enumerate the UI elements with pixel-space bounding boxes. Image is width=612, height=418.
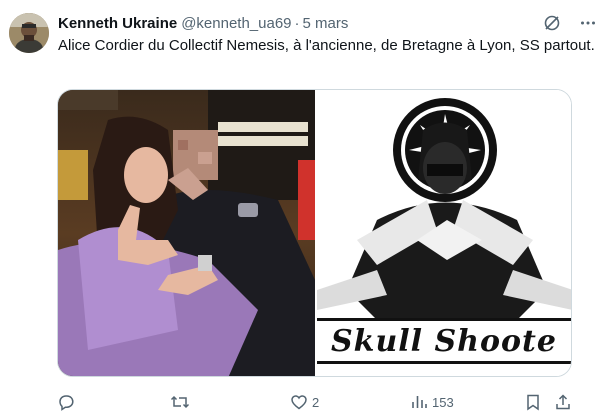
views-count: 153	[432, 394, 454, 410]
reply-button[interactable]	[57, 392, 79, 412]
like-count: 2	[312, 394, 320, 410]
skull-shooters-banner: Skull Shoote	[317, 318, 571, 364]
reply-icon	[59, 395, 74, 411]
media-grid: Skull Shoote	[57, 89, 572, 377]
grok-icon[interactable]	[542, 13, 562, 33]
author-name[interactable]: Kenneth Ukraine	[58, 15, 177, 32]
tweet-text: Alice Cordier du Collectif Nemesis, à l'…	[58, 37, 595, 54]
author-handle[interactable]: @kenneth_ua69	[181, 15, 291, 32]
like-icon	[291, 395, 307, 410]
retweet-icon	[170, 395, 190, 409]
tweet-actions: 2 153	[57, 392, 577, 412]
photo-right[interactable]: Skull Shoote	[317, 90, 571, 376]
header-actions	[542, 13, 598, 33]
bookmark-button[interactable]	[524, 392, 542, 412]
share-button[interactable]	[554, 392, 572, 412]
bookmark-icon	[527, 394, 539, 411]
views-icon	[412, 396, 427, 408]
photo-left[interactable]	[58, 90, 315, 376]
banner-text: Skull Shoote	[331, 323, 557, 359]
views-button[interactable]: 153	[410, 392, 454, 412]
tweet[interactable]: Kenneth Ukraine @kenneth_ua69 · 5 mars A…	[0, 0, 612, 418]
like-button[interactable]: 2	[290, 392, 319, 412]
timestamp[interactable]: 5 mars	[303, 15, 349, 32]
more-icon[interactable]	[578, 13, 598, 33]
tweet-header: Kenneth Ukraine @kenneth_ua69 · 5 mars	[58, 13, 348, 33]
header-separator: ·	[294, 14, 300, 32]
share-icon	[556, 394, 570, 410]
retweet-button[interactable]	[170, 392, 194, 412]
avatar[interactable]	[9, 13, 49, 53]
